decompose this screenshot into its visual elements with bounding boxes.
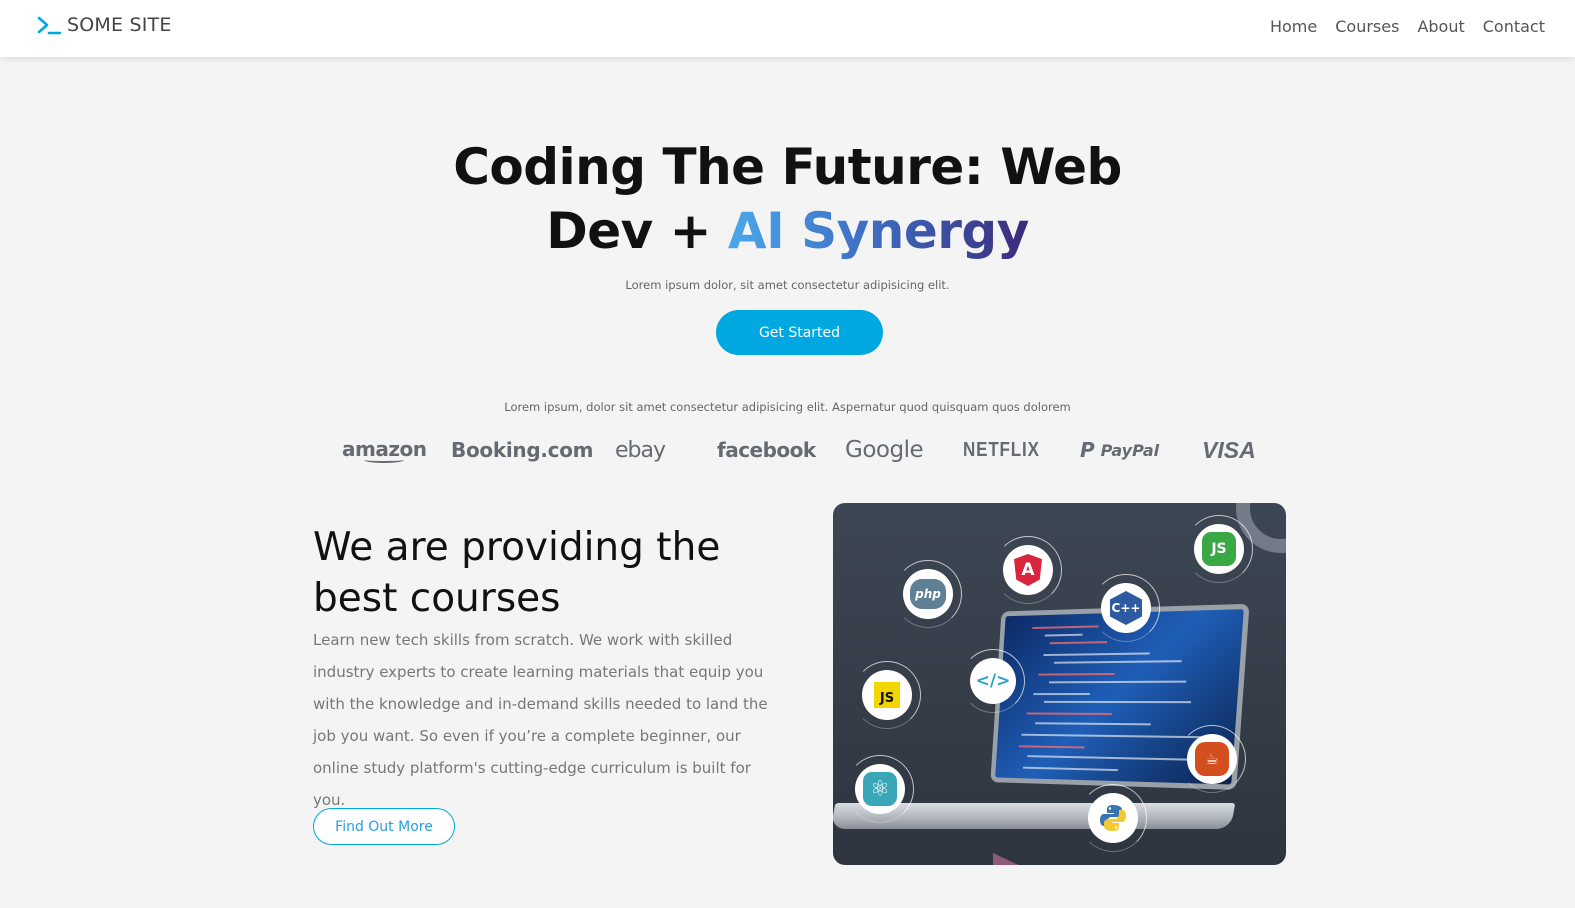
cpp-icon: C++ — [1110, 591, 1142, 625]
code-badge: </> — [961, 649, 1025, 713]
facebook-logo: facebook — [717, 438, 816, 462]
nodejs-icon: JS — [1202, 532, 1236, 566]
nav-about[interactable]: About — [1417, 17, 1464, 36]
nav-contact[interactable]: Contact — [1483, 17, 1545, 36]
decorative-triangle — [993, 853, 1023, 865]
hero-title: Coding The Future: Web Dev + AI Synergy — [0, 135, 1575, 263]
get-started-button[interactable]: Get Started — [716, 310, 883, 355]
java-icon: ☕ — [1195, 742, 1229, 776]
paypal-logo: P PayPal — [1080, 432, 1159, 468]
brand-link[interactable]: SOME SITE — [37, 14, 172, 36]
visa-logo: VISA — [1202, 436, 1256, 463]
java-badge: ☕ — [1178, 725, 1246, 793]
cpp-badge: C++ — [1092, 574, 1160, 642]
nav-home[interactable]: Home — [1270, 17, 1317, 36]
python-icon — [1098, 803, 1128, 833]
partners-caption: Lorem ipsum, dolor sit amet consectetur … — [504, 400, 1071, 414]
courses-description: Learn new tech skills from scratch. We w… — [313, 631, 768, 809]
code-brackets-icon: </> — [975, 671, 1011, 691]
hero-title-line1: Coding The Future: Web — [453, 138, 1122, 196]
hero-title-highlight: AI Synergy — [727, 202, 1029, 260]
brand-name: SOME SITE — [67, 14, 172, 36]
nodejs-badge: JS — [1185, 515, 1253, 583]
php-badge: php — [894, 560, 962, 628]
courses-illustration: php A JS C++ JS </> ⚛ ☕ — [833, 503, 1286, 865]
courses-title: We are providing the best courses — [313, 525, 721, 621]
booking-logo: Booking.com — [451, 438, 594, 462]
paypal-mark-icon: P — [1080, 438, 1095, 462]
terminal-prompt-icon — [37, 14, 62, 36]
javascript-badge: JS — [853, 661, 921, 729]
angular-icon: A — [1014, 554, 1042, 586]
google-logo: Google — [845, 437, 924, 463]
paypal-logo-text: PayPal — [1100, 440, 1160, 460]
amazon-logo: amazon — [342, 432, 427, 468]
netflix-logo: NETFLIX — [963, 438, 1040, 461]
python-badge — [1079, 784, 1147, 852]
main-nav: Home Courses About Contact — [1270, 17, 1545, 36]
ebay-logo: ebay — [615, 437, 666, 463]
hero-subtitle: Lorem ipsum dolor, sit amet consectetur … — [625, 278, 950, 292]
nav-courses[interactable]: Courses — [1335, 17, 1399, 36]
hero-title-line2: Dev + — [546, 202, 728, 260]
react-icon: ⚛ — [863, 772, 897, 806]
angular-badge: A — [994, 536, 1062, 604]
partner-logos: amazon Booking.com ebay facebook Google … — [330, 432, 1270, 468]
find-out-more-button[interactable]: Find Out More — [313, 808, 455, 845]
php-icon: php — [910, 579, 946, 609]
amazon-smile-icon — [364, 457, 405, 463]
navbar: SOME SITE Home Courses About Contact — [0, 0, 1575, 57]
javascript-icon: JS — [874, 682, 900, 708]
react-badge: ⚛ — [846, 755, 914, 823]
